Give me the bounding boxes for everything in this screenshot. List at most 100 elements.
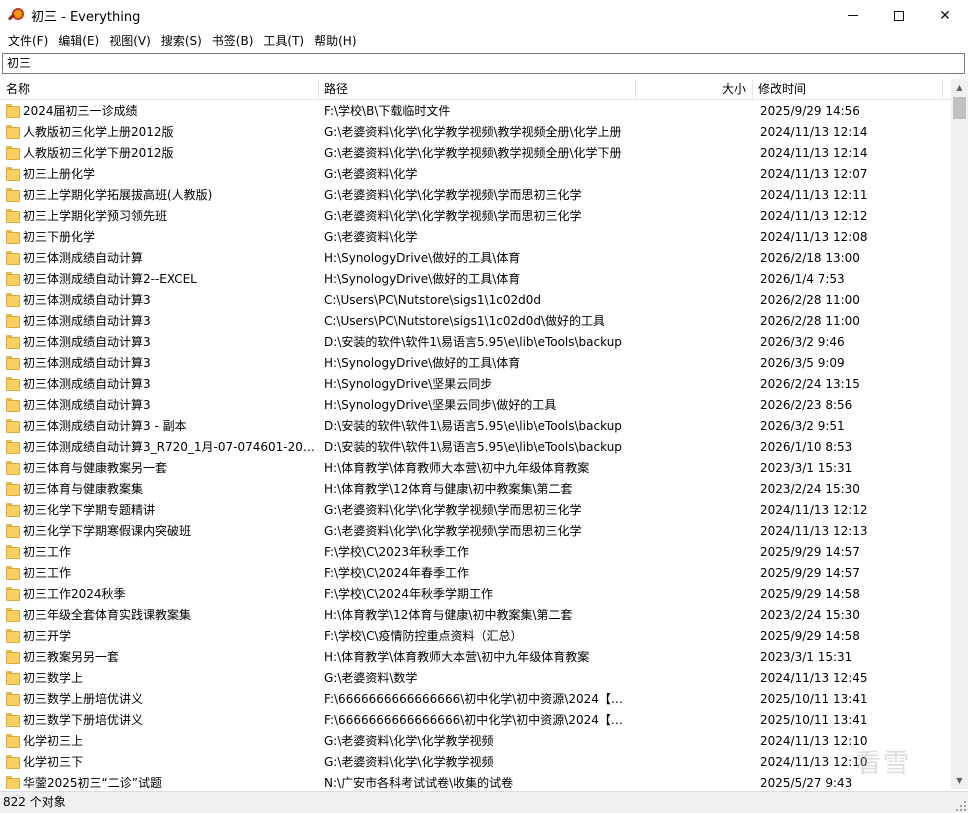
vertical-scrollbar[interactable]: ▲ ▼ xyxy=(951,79,968,789)
table-row[interactable]: 初三开学 F:\学校\C\疫情防控重点资料（汇总） 2025/9/29 14:58 xyxy=(0,626,951,647)
table-row[interactable]: 初三化学下学期寒假课内突破班 G:\老婆资料\化学\化学教学视频\学而思初三化学 2… xyxy=(0,521,951,542)
scroll-down-icon[interactable]: ▼ xyxy=(951,772,968,789)
file-modified: 2024/11/13 12:12 xyxy=(760,209,868,223)
file-path: G:\老婆资料\化学\化学教学视频\学而思初三化学 xyxy=(324,209,582,223)
file-path: G:\老婆资料\化学\化学教学视频 xyxy=(324,734,494,748)
table-row[interactable]: 初三体测成绩自动计算3_R720_1月-07-074601-2026... D:\… xyxy=(0,437,951,458)
table-row[interactable]: 初三上学期化学拓展拔高班(人教版) G:\老婆资料\化学\化学教学视频\学而思初三… xyxy=(0,185,951,206)
menu-file[interactable]: 文件(F) xyxy=(3,31,53,51)
table-row[interactable]: 初三体测成绩自动计算3 H:\SynologyDrive\坚果云同步 2026/2/… xyxy=(0,374,951,395)
file-name: 初三体测成绩自动计算3 xyxy=(23,356,151,370)
close-button[interactable]: ✕ xyxy=(922,0,968,31)
column-divider[interactable] xyxy=(942,79,943,100)
table-row[interactable]: 2024届初三一诊成绩 F:\学校\B\下载临时文件 2025/9/29 14:56 xyxy=(0,101,951,122)
folder-icon xyxy=(6,440,20,454)
table-row[interactable]: 初三教案另另一套 H:\体育教学\体育教师大本营\初中九年级体育教案 2023/3/… xyxy=(0,647,951,668)
title-bar: 初三 - Everything ✕ xyxy=(0,0,968,31)
file-modified: 2024/11/13 12:13 xyxy=(760,524,868,538)
folder-icon xyxy=(6,608,20,622)
table-row[interactable]: 初三数学上 G:\老婆资料\数学 2024/11/13 12:45 xyxy=(0,668,951,689)
table-row[interactable]: 初三体测成绩自动计算 H:\SynologyDrive\做好的工具\体育 2026/… xyxy=(0,248,951,269)
table-row[interactable]: 初三数学上册培优讲义 F:\6666666666666666\初中化学\初中资源\… xyxy=(0,689,951,710)
table-row[interactable]: 初三体测成绩自动计算3 C:\Users\PC\Nutstore\sigs1\1c… xyxy=(0,290,951,311)
table-row[interactable]: 初三工作 F:\学校\C\2023年秋季工作 2025/9/29 14:57 xyxy=(0,542,951,563)
menu-search[interactable]: 搜索(S) xyxy=(156,31,207,51)
table-row[interactable]: 化学初三下 G:\老婆资料\化学\化学教学视频 2024/11/13 12:10 xyxy=(0,752,951,773)
scroll-thumb[interactable] xyxy=(953,97,966,119)
file-name: 华蓥2025初三“二诊”试题 xyxy=(23,776,162,789)
menu-bar: 文件(F) 编辑(E) 视图(V) 搜索(S) 书签(B) 工具(T) 帮助(H… xyxy=(0,31,968,51)
file-path: H:\体育教学\12体育与健康\初中教案集\第二套 xyxy=(324,482,573,496)
file-modified: 2026/3/5 9:09 xyxy=(760,356,845,370)
table-row[interactable]: 初三体测成绩自动计算3 C:\Users\PC\Nutstore\sigs1\1c… xyxy=(0,311,951,332)
maximize-button[interactable] xyxy=(876,0,922,31)
folder-icon xyxy=(6,629,20,643)
scroll-up-icon[interactable]: ▲ xyxy=(951,79,968,96)
file-modified: 2026/2/28 11:00 xyxy=(760,314,860,328)
table-row[interactable]: 人教版初三化学下册2012版 G:\老婆资料\化学\化学教学视频\教学视频全册\化… xyxy=(0,143,951,164)
folder-icon xyxy=(6,167,20,181)
menu-tools[interactable]: 工具(T) xyxy=(258,31,309,51)
file-path: C:\Users\PC\Nutstore\sigs1\1c02d0d\做好的工具 xyxy=(324,314,605,328)
folder-icon xyxy=(6,461,20,475)
column-size-header[interactable]: 大小 xyxy=(635,79,752,100)
menu-view[interactable]: 视图(V) xyxy=(104,31,156,51)
table-row[interactable]: 初三体育与健康教案集 H:\体育教学\12体育与健康\初中教案集\第二套 2023/… xyxy=(0,479,951,500)
file-name: 初三工作2024秋季 xyxy=(23,587,126,601)
column-name-header[interactable]: 名称 xyxy=(0,79,318,100)
table-row[interactable]: 初三上学期化学预习领先班 G:\老婆资料\化学\化学教学视频\学而思初三化学 202… xyxy=(0,206,951,227)
table-row[interactable]: 初三年级全套体育实践课教案集 H:\体育教学\12体育与健康\初中教案集\第二套 2… xyxy=(0,605,951,626)
folder-icon xyxy=(6,776,20,789)
table-row[interactable]: 初三体测成绩自动计算3 H:\SynologyDrive\坚果云同步\做好的工具 2… xyxy=(0,395,951,416)
file-modified: 2024/11/13 12:12 xyxy=(760,503,868,517)
table-row[interactable]: 化学初三上 G:\老婆资料\化学\化学教学视频 2024/11/13 12:10 xyxy=(0,731,951,752)
results-list: 2024届初三一诊成绩 F:\学校\B\下载临时文件 2025/9/29 14:56… xyxy=(0,101,951,789)
file-path: N:\广安市各科考试试卷\收集的试卷 xyxy=(324,776,514,789)
file-modified: 2026/1/10 8:53 xyxy=(760,440,853,454)
table-row[interactable]: 初三体测成绩自动计算3 - 副本 D:\安装的软件\软件1\易语言5.95\e\l… xyxy=(0,416,951,437)
file-name: 初三化学下学期专题精讲 xyxy=(23,503,156,517)
table-row[interactable]: 初三体育与健康教案另一套 H:\体育教学\体育教师大本营\初中九年级体育教案 202… xyxy=(0,458,951,479)
file-path: F:\6666666666666666\初中化学\初中资源\2024【学... xyxy=(324,713,632,727)
column-path-header[interactable]: 路径 xyxy=(318,79,635,100)
folder-icon xyxy=(6,104,20,118)
resize-grip-icon[interactable] xyxy=(956,801,966,811)
window-title: 初三 - Everything xyxy=(31,10,141,25)
file-modified: 2024/11/13 12:11 xyxy=(760,188,868,202)
file-name: 初三数学上册培优讲义 xyxy=(23,692,144,706)
file-name: 初三体测成绩自动计算 xyxy=(23,251,144,265)
file-name: 初三化学下学期寒假课内突破班 xyxy=(23,524,192,538)
table-row[interactable]: 华蓥2025初三“二诊”试题 N:\广安市各科考试试卷\收集的试卷 2025/5/2… xyxy=(0,773,951,789)
file-name: 初三体育与健康教案另一套 xyxy=(23,461,168,475)
table-row[interactable]: 人教版初三化学上册2012版 G:\老婆资料\化学\化学教学视频\教学视频全册\化… xyxy=(0,122,951,143)
file-name: 初三教案另另一套 xyxy=(23,650,120,664)
table-row[interactable]: 初三体测成绩自动计算2--EXCEL H:\SynologyDrive\做好的工具… xyxy=(0,269,951,290)
menu-help[interactable]: 帮助(H) xyxy=(309,31,361,51)
table-row[interactable]: 初三数学下册培优讲义 F:\6666666666666666\初中化学\初中资源\… xyxy=(0,710,951,731)
folder-icon xyxy=(6,671,20,685)
table-row[interactable]: 初三化学下学期专题精讲 G:\老婆资料\化学\化学教学视频\学而思初三化学 2024… xyxy=(0,500,951,521)
table-row[interactable]: 初三体测成绩自动计算3 D:\安装的软件\软件1\易语言5.95\e\lib\eT… xyxy=(0,332,951,353)
column-modified-header[interactable]: 修改时间 xyxy=(752,79,942,100)
menu-edit[interactable]: 编辑(E) xyxy=(53,31,104,51)
file-modified: 2025/9/29 14:56 xyxy=(760,104,860,118)
folder-icon xyxy=(6,209,20,223)
file-name: 初三数学上 xyxy=(23,671,84,685)
minimize-button[interactable] xyxy=(830,0,876,31)
file-path: H:\SynologyDrive\坚果云同步 xyxy=(324,377,493,391)
table-row[interactable]: 初三下册化学 G:\老婆资料\化学 2024/11/13 12:08 xyxy=(0,227,951,248)
file-path: F:\学校\B\下载临时文件 xyxy=(324,104,451,118)
table-row[interactable]: 初三工作2024秋季 F:\学校\C\2024年秋季学期工作 2025/9/29 1… xyxy=(0,584,951,605)
file-name: 初三体测成绩自动计算3 - 副本 xyxy=(23,419,187,433)
folder-icon xyxy=(6,314,20,328)
search-input[interactable]: 初三 xyxy=(2,53,965,74)
folder-icon xyxy=(6,734,20,748)
menu-bookmarks[interactable]: 书签(B) xyxy=(207,31,259,51)
table-row[interactable]: 初三体测成绩自动计算3 H:\SynologyDrive\做好的工具\体育 2026… xyxy=(0,353,951,374)
file-path: D:\安装的软件\软件1\易语言5.95\e\lib\eTools\backup xyxy=(324,335,622,349)
table-row[interactable]: 初三上册化学 G:\老婆资料\化学 2024/11/13 12:07 xyxy=(0,164,951,185)
table-row[interactable]: 初三工作 F:\学校\C\2024年春季工作 2025/9/29 14:57 xyxy=(0,563,951,584)
folder-icon xyxy=(6,482,20,496)
folder-icon xyxy=(6,524,20,538)
file-path: H:\体育教学\体育教师大本营\初中九年级体育教案 xyxy=(324,650,590,664)
